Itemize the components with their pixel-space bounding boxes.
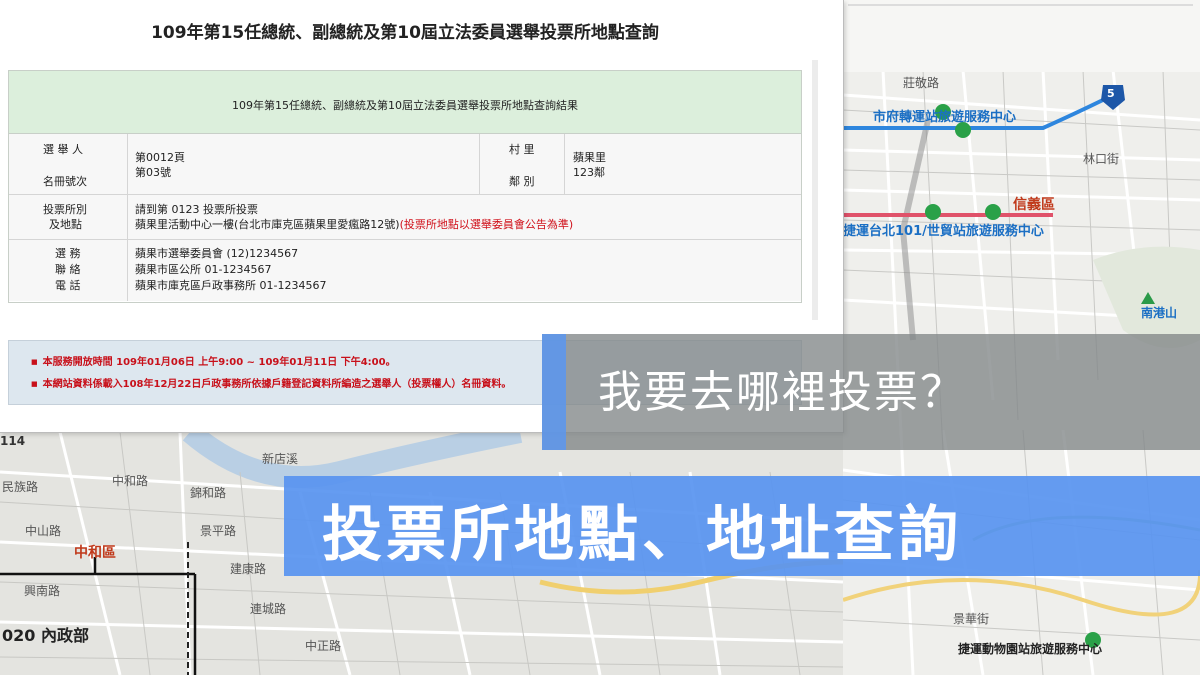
contact-line-2: 蘋果市區公所 01-1234567 bbox=[135, 263, 272, 276]
browser-panel-strip bbox=[843, 0, 1200, 72]
polling-label-top: 投票所別 bbox=[43, 203, 87, 216]
village-value: 蘋果里 bbox=[573, 151, 606, 164]
neighborhood-value: 123鄰 bbox=[573, 166, 605, 179]
table-row-polling-station: 投票所別 及地點 請到第 0123 投票所投票 蘋果里活動中心一樓(台北市庫克區… bbox=[9, 195, 801, 240]
voter-page: 第0012頁 bbox=[135, 151, 185, 164]
polling-station: 請到第 0123 投票所投票 bbox=[135, 203, 258, 216]
map-label-transit-center: 市府轉運站旅遊服務中心 bbox=[873, 110, 1017, 125]
map-label-street-3: 林口街 bbox=[1083, 152, 1120, 166]
voter-label-top: 選 舉 人 bbox=[43, 143, 83, 156]
map-label-street-1: 莊敬路 bbox=[903, 76, 940, 90]
voter-label-bottom: 名冊號次 bbox=[43, 175, 87, 188]
contact-label-3: 電 話 bbox=[55, 279, 81, 292]
polling-note: (投票所地點以選舉委員會公告為準) bbox=[399, 218, 574, 231]
map-label-road-2: 景平路 bbox=[200, 524, 237, 538]
map-label-street-2: 景華街 bbox=[953, 612, 990, 626]
subtitle-text: 我要去哪裡投票？ bbox=[598, 367, 966, 418]
notice-item-1: 本服務開放時間 109年01月06日 上午9:00 ~ 109年01月11日 下… bbox=[31, 353, 396, 368]
notice-item-2: 本網站資料係載入108年12月22日戶政事務所依據戶籍登記資料所編造之選舉人（投… bbox=[31, 375, 512, 390]
neighborhood-label: 鄰 別 bbox=[509, 175, 535, 188]
polling-address: 蘋果里活動中心一樓(台北市庫克區蘋果里愛瘋路12號) bbox=[135, 218, 400, 231]
map-label-road-3: 建康路 bbox=[230, 562, 267, 576]
contact-line-3: 蘋果市庫克區戶政事務所 01-1234567 bbox=[135, 279, 327, 292]
table-row-voter: 選 舉 人 名冊號次 第0012頁 第03號 村 里 鄰 別 蘋果里 123鄰 bbox=[9, 134, 801, 195]
map-label-road-10: 連城路 bbox=[250, 602, 287, 616]
contact-line-1: 蘋果市選舉委員會 (12)1234567 bbox=[135, 247, 299, 260]
map-label-road-9: 中和路 bbox=[112, 474, 149, 488]
map-label-district-xinyi: 信義區 bbox=[1013, 197, 1055, 213]
result-header: 109年第15任總統、副總統及第10屆立法委員選舉投票所地點查詢結果 bbox=[9, 71, 801, 134]
map-label-district-zhonghe: 中和區 bbox=[74, 545, 116, 561]
polling-address-line: 蘋果里活動中心一樓(台北市庫克區蘋果里愛瘋路12號)(投票所地點以選舉委員會公告… bbox=[135, 217, 573, 232]
map-label-road-7: 民族路 bbox=[2, 480, 39, 494]
map-label-road-4: 中正路 bbox=[305, 639, 342, 653]
map-label-zoo-center: 捷運動物園站旅遊服務中心 bbox=[958, 642, 1103, 656]
result-header-text: 109年第15任總統、副總統及第10屆立法委員選舉投票所地點查詢結果 bbox=[232, 99, 578, 112]
result-table: 109年第15任總統、副總統及第10屆立法委員選舉投票所地點查詢結果 選 舉 人… bbox=[8, 70, 802, 303]
map-label-highway: 5 bbox=[1107, 87, 1115, 100]
polling-label-bottom: 及地點 bbox=[49, 218, 82, 231]
village-label: 村 里 bbox=[509, 143, 535, 156]
map-label-copyright: 020 內政部 bbox=[2, 626, 89, 645]
map-label-route-114: 114 bbox=[0, 434, 26, 448]
table-row-contact: 選 務 聯 絡 電 話 蘋果市選舉委員會 (12)1234567 蘋果市區公所 … bbox=[9, 240, 801, 301]
contact-label-1: 選 務 bbox=[55, 247, 81, 260]
headline-text: 投票所地點、地址查詢 bbox=[322, 500, 962, 570]
map-label-road-8: 興南路 bbox=[24, 584, 61, 598]
voter-number: 第03號 bbox=[135, 166, 171, 179]
map-label-road-5: 錦和路 bbox=[190, 486, 227, 500]
scrollbar[interactable] bbox=[812, 60, 818, 320]
map-label-road-1: 中山路 bbox=[25, 524, 62, 538]
map-label-river: 新店溪 bbox=[262, 452, 299, 466]
map-label-taipei101-center: 捷運台北101/世貿站旅遊服務中心 bbox=[843, 224, 1044, 239]
contact-label-2: 聯 絡 bbox=[55, 263, 81, 276]
map-label-mountain: 南港山 bbox=[1141, 306, 1178, 320]
page-title: 109年第15任總統、副總統及第10屆立法委員選舉投票所地點查詢 bbox=[151, 23, 659, 43]
